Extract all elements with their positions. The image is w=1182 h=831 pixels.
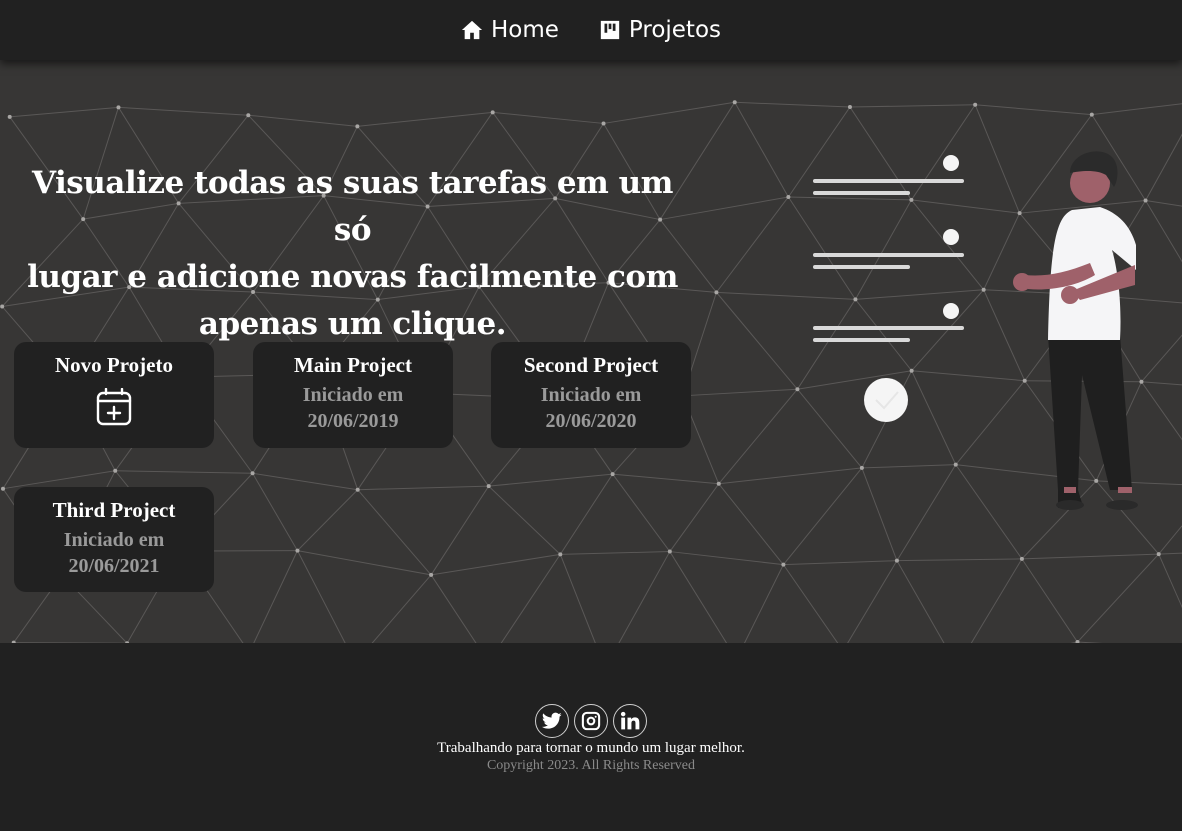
home-icon	[461, 20, 483, 40]
linkedin-icon	[620, 711, 640, 730]
footer-tagline: Trabalhando para tornar o mundo um lugar…	[437, 740, 745, 756]
check-circle-icon	[864, 378, 908, 422]
headline-line: Visualize todas as suas tarefas em um só	[32, 165, 673, 248]
instagram-link[interactable]	[574, 704, 608, 738]
project-started-label: Iniciado em	[302, 384, 404, 406]
twitter-icon	[542, 712, 562, 729]
project-card[interactable]: Second Project Iniciado em 20/06/2020	[491, 342, 691, 448]
project-started-label: Iniciado em	[540, 384, 642, 406]
top-navbar: Home Projetos	[0, 0, 1182, 60]
new-project-card[interactable]: Novo Projeto	[14, 342, 214, 448]
footer-copyright: Copyright 2023. All Rights Reserved	[486, 758, 696, 773]
project-title: Main Project	[294, 353, 412, 377]
task-list-illustration	[813, 151, 1138, 510]
page-footer: Trabalhando para tornar o mundo um lugar…	[0, 643, 1182, 831]
twitter-link[interactable]	[535, 704, 569, 738]
new-project-title: Novo Projeto	[55, 353, 173, 377]
project-title: Second Project	[523, 353, 659, 377]
project-date: 20/06/2020	[545, 410, 637, 432]
social-links	[0, 704, 1182, 738]
project-title: Third Project	[52, 498, 176, 522]
nav-home-label: Home	[490, 17, 559, 43]
nav-projects-label: Projetos	[628, 17, 722, 43]
person-illustration	[1013, 151, 1138, 510]
project-date: 20/06/2021	[68, 555, 160, 577]
calendar-plus-icon	[96, 387, 132, 430]
hero-section: Visualize todas as suas tarefas em um só…	[0, 60, 1182, 643]
linkedin-link[interactable]	[613, 704, 647, 738]
nav-home-link[interactable]: Home	[461, 17, 559, 43]
project-card[interactable]: Third Project Iniciado em 20/06/2021	[14, 487, 214, 592]
headline-line: apenas um clique.	[198, 306, 507, 342]
project-card[interactable]: Main Project Iniciado em 20/06/2019	[253, 342, 453, 448]
hero-headline: Visualize todas as suas tarefas em um só…	[10, 160, 695, 348]
task-lines-illustration	[813, 179, 964, 342]
project-started-label: Iniciado em	[63, 529, 165, 551]
headline-line: lugar e adicione novas facilmente com	[27, 259, 678, 295]
board-icon	[600, 20, 620, 40]
project-date: 20/06/2019	[307, 410, 399, 432]
nav-projects-link[interactable]: Projetos	[599, 17, 721, 43]
instagram-icon	[581, 711, 601, 731]
